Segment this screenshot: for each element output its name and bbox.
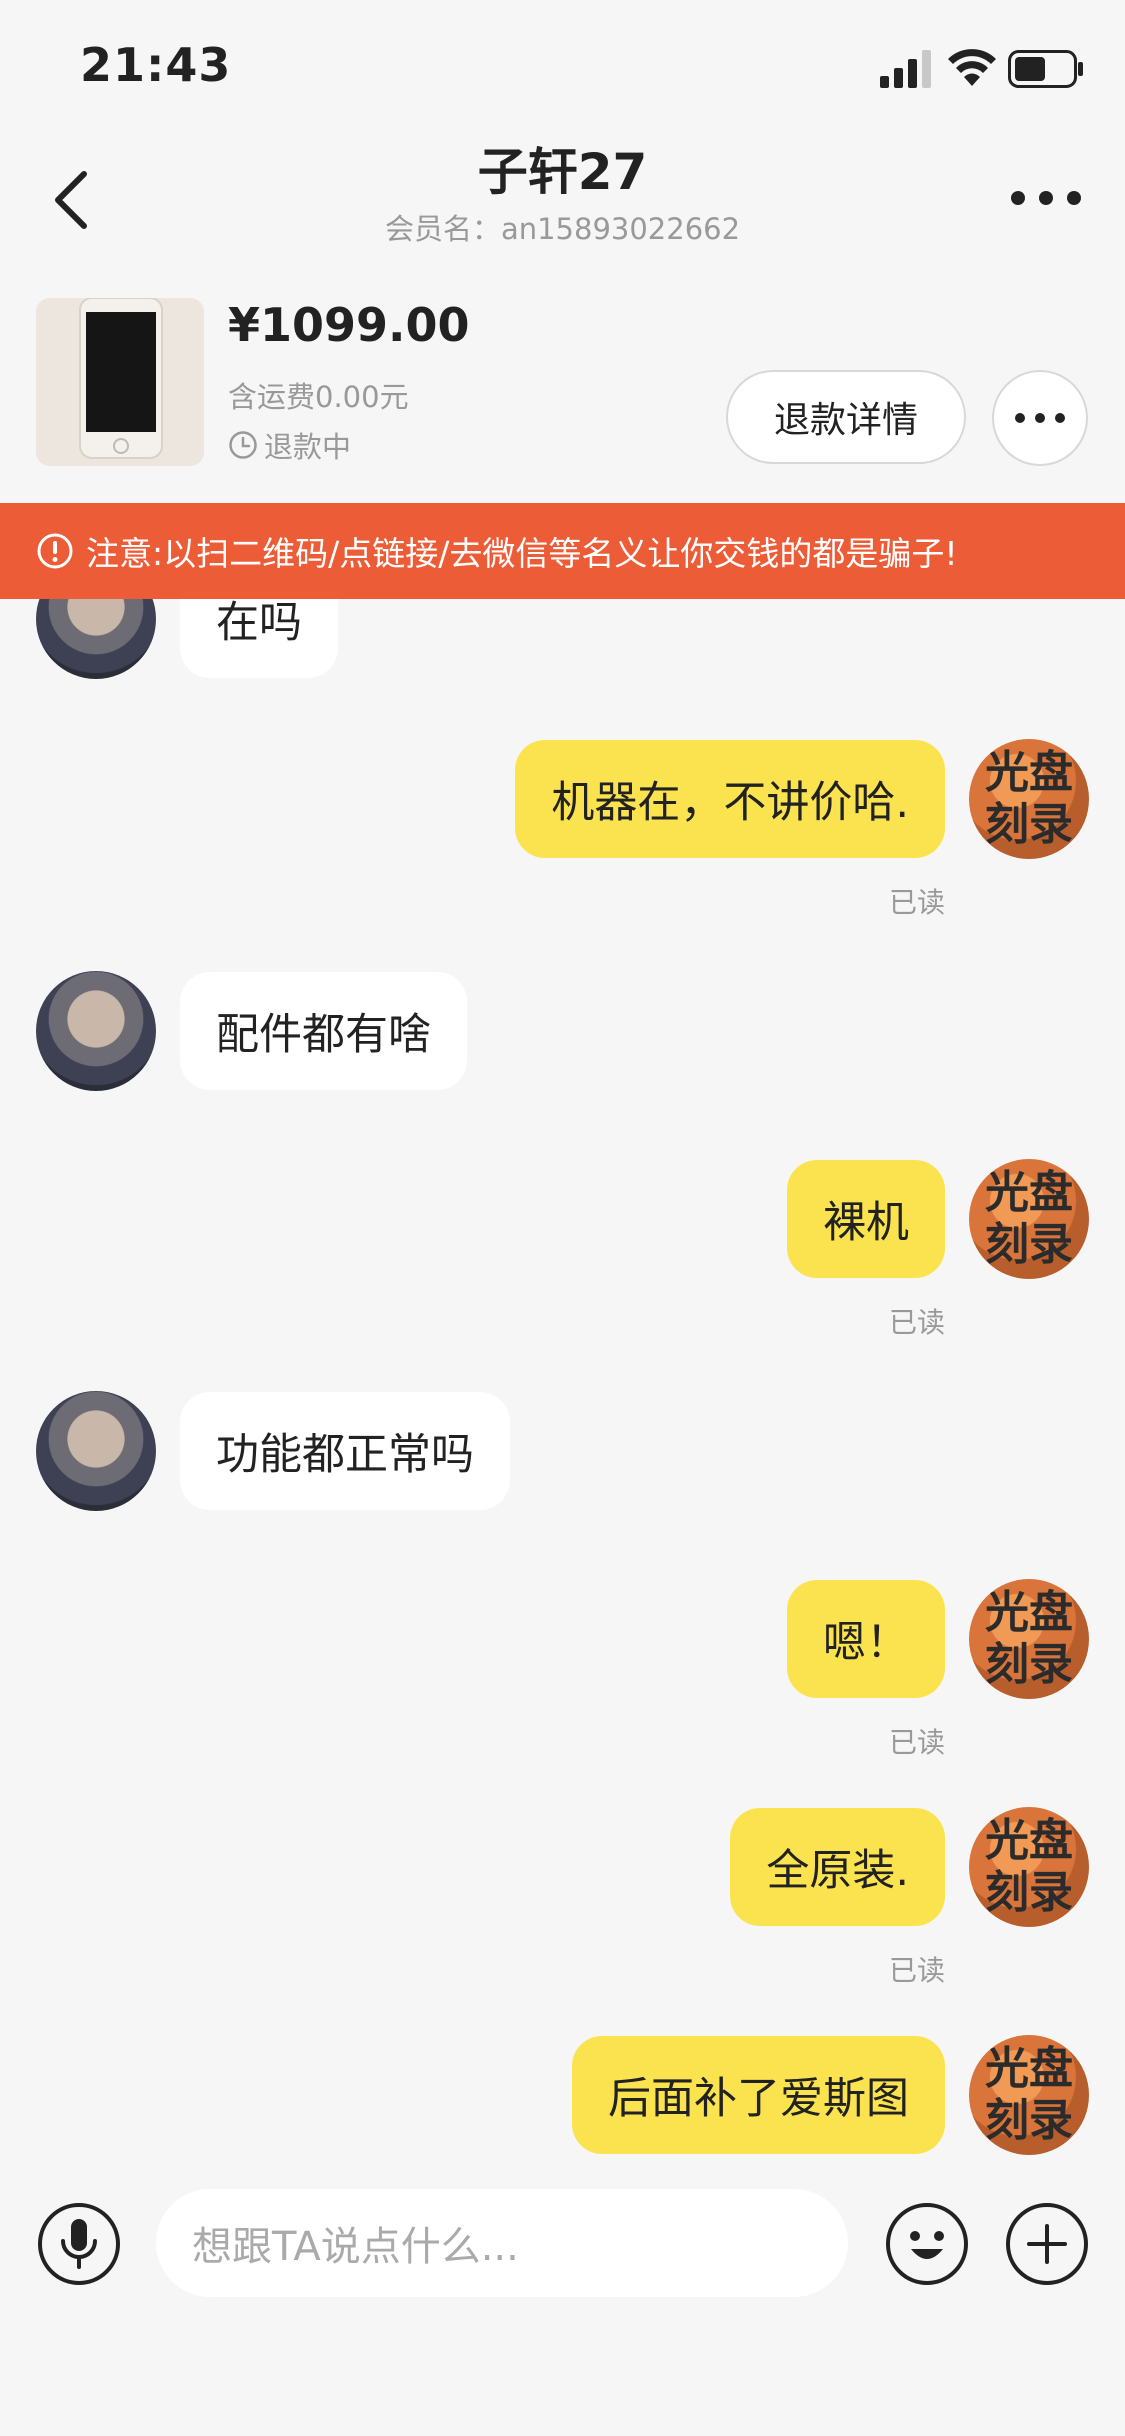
- message-sent: 光盘刻录 全原装. 已读: [0, 1807, 1125, 1987]
- message-received: 在吗: [0, 599, 1125, 679]
- product-shipping: 含运费0.00元: [228, 380, 409, 414]
- status-bar: 21:43: [0, 0, 1125, 130]
- refund-details-button[interactable]: 退款详情: [726, 370, 966, 464]
- message-bubble[interactable]: 裸机: [787, 1160, 945, 1278]
- member-name: 会员名：an15893022662: [384, 212, 741, 246]
- my-avatar[interactable]: 光盘刻录: [969, 1579, 1089, 1699]
- contact-avatar[interactable]: [36, 599, 156, 679]
- message-bubble[interactable]: 嗯！: [787, 1580, 945, 1698]
- message-sent: 光盘刻录 裸机 已读: [0, 1159, 1125, 1339]
- wifi-icon: [948, 49, 996, 86]
- read-receipt: 已读: [888, 1306, 945, 1339]
- message-received: 配件都有啥: [0, 971, 1125, 1091]
- cellular-signal-icon: [880, 50, 931, 88]
- message-sent: 光盘刻录 后面补了爱斯图: [0, 2035, 1125, 2155]
- my-avatar[interactable]: 光盘刻录: [969, 739, 1089, 859]
- contact-avatar[interactable]: [36, 971, 156, 1091]
- product-price: ¥1099.00: [228, 298, 470, 352]
- message-bubble[interactable]: 全原装.: [730, 1808, 945, 1926]
- clock-icon: [229, 431, 257, 459]
- input-bar: 想跟TA说点什么...: [0, 2169, 1125, 2436]
- message-bubble[interactable]: 后面补了爱斯图: [572, 2036, 945, 2154]
- message-sent: 光盘刻录 嗯！ 已读: [0, 1579, 1125, 1759]
- warning-text: 注意:以扫二维码/点链接/去微信等名义让你交钱的都是骗子!: [86, 534, 958, 573]
- scam-warning-banner: 注意:以扫二维码/点链接/去微信等名义让你交钱的都是骗子!: [0, 503, 1125, 599]
- emoji-icon[interactable]: [884, 2201, 970, 2287]
- refund-status: 退款中: [228, 424, 351, 466]
- message-sent: 光盘刻录 机器在，不讲价哈. 已读: [0, 739, 1125, 919]
- ellipsis-icon: [1015, 413, 1065, 423]
- my-avatar[interactable]: 光盘刻录: [969, 2035, 1089, 2155]
- microphone-icon[interactable]: [36, 2201, 122, 2287]
- alert-circle-icon: [37, 533, 73, 569]
- my-avatar[interactable]: 光盘刻录: [969, 1159, 1089, 1279]
- message-input[interactable]: 想跟TA说点什么...: [156, 2189, 848, 2297]
- read-receipt: 已读: [888, 1954, 945, 1987]
- phone-image-icon: [36, 298, 204, 466]
- message-bubble[interactable]: 在吗: [180, 599, 338, 678]
- read-receipt: 已读: [888, 1726, 945, 1759]
- plus-icon[interactable]: [1004, 2201, 1090, 2287]
- refund-status-label: 退款中: [264, 430, 352, 464]
- chat-title: 子轩27: [477, 143, 648, 201]
- message-bubble[interactable]: 配件都有啥: [180, 972, 467, 1090]
- battery-icon: [1008, 50, 1083, 88]
- product-more-button[interactable]: [992, 370, 1088, 466]
- read-receipt: 已读: [888, 886, 945, 919]
- more-options-icon[interactable]: [1006, 180, 1086, 216]
- my-avatar[interactable]: 光盘刻录: [969, 1807, 1089, 1927]
- message-bubble[interactable]: 机器在，不讲价哈.: [515, 740, 945, 858]
- product-thumbnail[interactable]: [36, 298, 204, 466]
- contact-avatar[interactable]: [36, 1391, 156, 1511]
- chat-message-list[interactable]: 在吗 光盘刻录 机器在，不讲价哈. 已读 配件都有啥 光盘刻录 裸机 已读 功能…: [0, 599, 1125, 2169]
- message-received: 功能都正常吗: [0, 1391, 1125, 1511]
- status-time: 21:43: [80, 38, 232, 92]
- message-bubble[interactable]: 功能都正常吗: [180, 1392, 510, 1510]
